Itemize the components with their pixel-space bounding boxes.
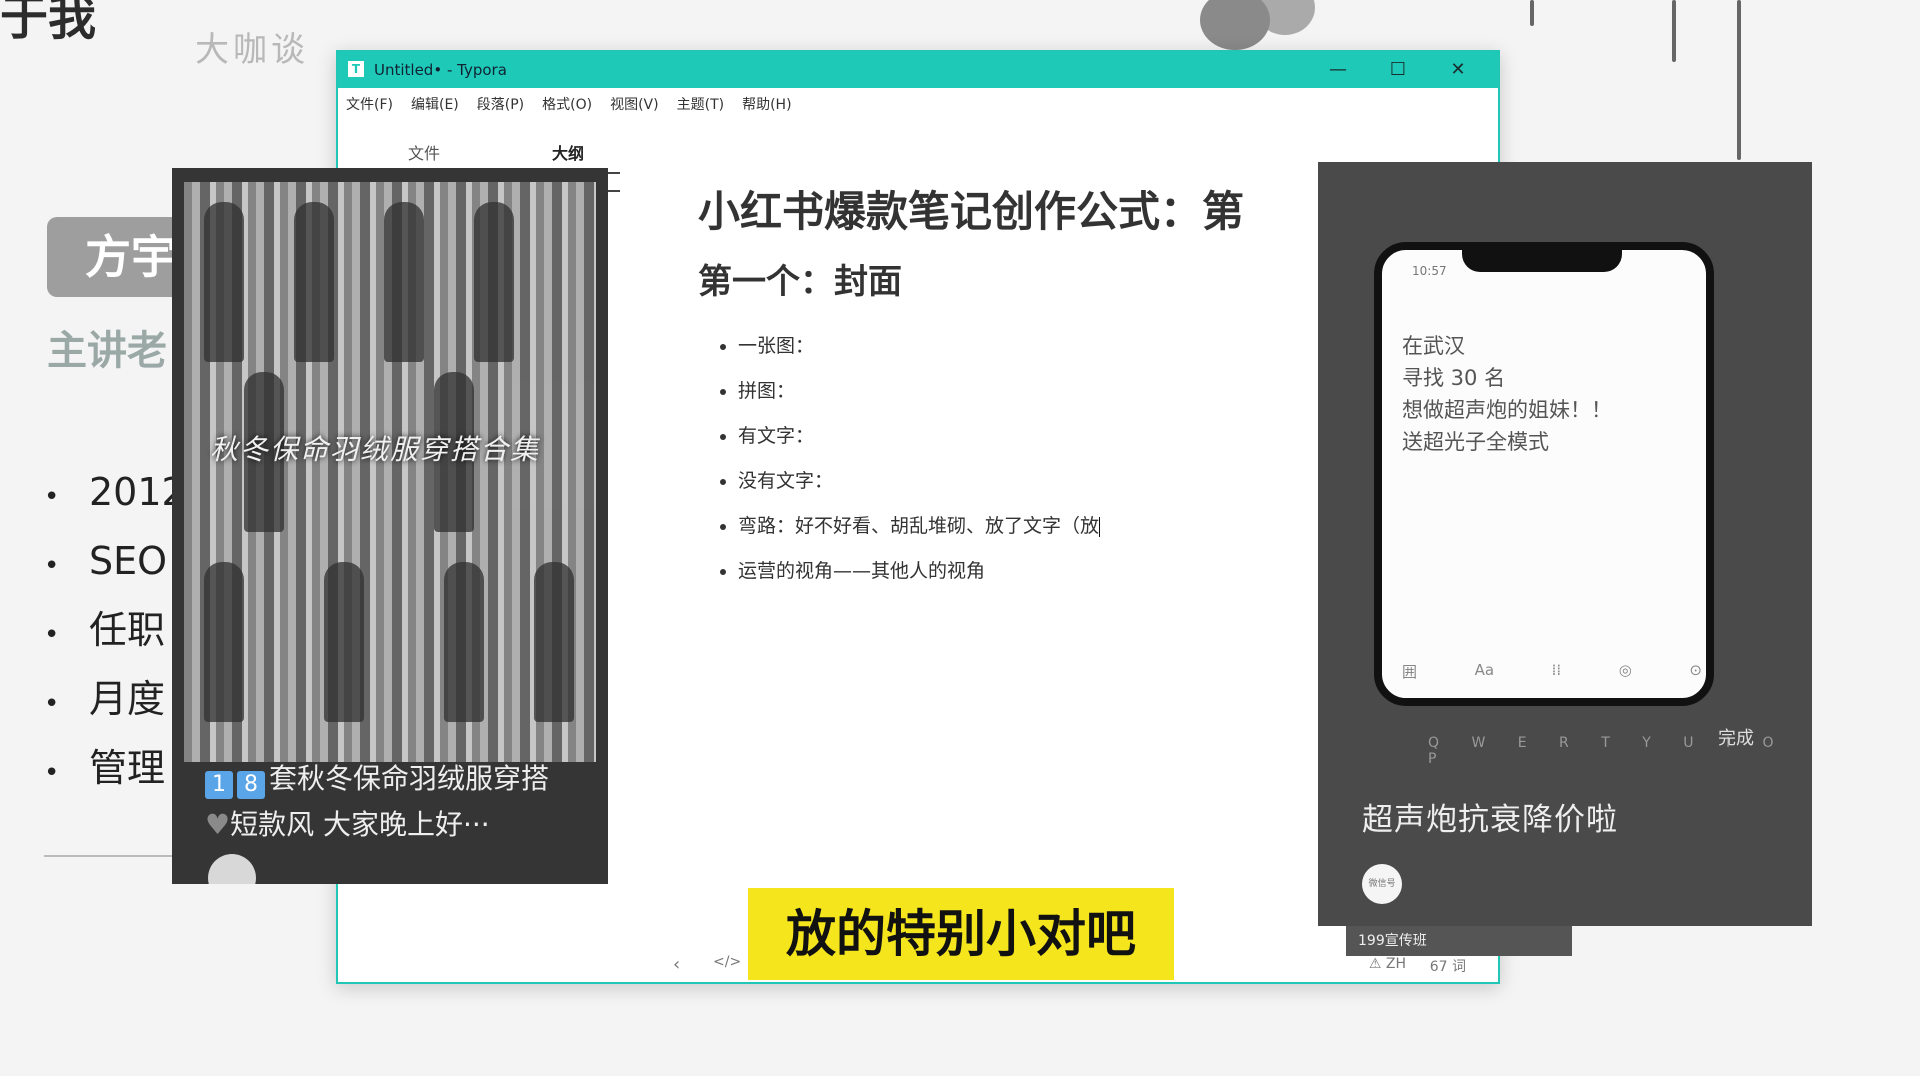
maximize-icon[interactable]: ☐	[1368, 52, 1428, 88]
vine-decoration	[1530, 0, 1534, 26]
tab-outline[interactable]: 大纲	[552, 140, 584, 164]
person-silhouette	[204, 562, 244, 722]
phone-note-line: 寻找 30 名	[1402, 366, 1506, 390]
right-post-card: 10:57 在武汉 寻找 30 名 想做超声炮的姐妹！！ 送超光子全模式 囲 A…	[1318, 162, 1812, 926]
menu-help[interactable]: 帮助(H)	[742, 94, 791, 114]
slide-bullet: SEO	[44, 527, 186, 596]
person-silhouette	[474, 202, 514, 362]
font-icon: Aa	[1474, 661, 1495, 679]
post-footer-text: 199宣传班	[1346, 926, 1572, 956]
person-silhouette	[324, 562, 364, 722]
source-code-icon[interactable]: </>	[713, 954, 741, 970]
person-silhouette	[534, 562, 574, 722]
word-count[interactable]: 67 词	[1430, 956, 1466, 976]
menu-edit[interactable]: 编辑(E)	[411, 94, 459, 114]
caption-line-1: 套秋冬保命羽绒服穿搭	[269, 762, 550, 795]
list-icon: ⁞⁞	[1551, 661, 1562, 679]
avatar	[208, 854, 256, 884]
phone-time: 10:57	[1412, 264, 1447, 278]
doc-list-item-text[interactable]: 弯路：好不好看、胡乱堆砌、放了文字（放	[738, 515, 1099, 537]
phone-mockup: 10:57 在武汉 寻找 30 名 想做超声炮的姐妹！！ 送超光子全模式 囲 A…	[1374, 242, 1714, 706]
slide-bullet-list: 2012 SEO 任职 月度 管理	[44, 458, 186, 803]
post-caption: 1 8 套秋冬保命羽绒服穿搭 ♥短款风 大家晚上好···	[205, 756, 585, 848]
photo-overlay-text: 秋冬保命羽绒服穿搭合集	[210, 433, 541, 466]
heart-icon: ♥	[205, 808, 231, 841]
slide-bullet: 管理	[44, 734, 186, 803]
phone-note-text: 在武汉 寻找 30 名 想做超声炮的姐妹！！ 送超光子全模式	[1402, 330, 1612, 458]
menu-paragraph[interactable]: 段落(P)	[477, 94, 524, 114]
person-silhouette	[384, 202, 424, 362]
sidebar-tabs: 文件 大纲	[338, 140, 638, 170]
slide-subtitle: 主讲老	[47, 328, 167, 374]
title-bar[interactable]: T Untitled• - Typora — ☐ ✕	[338, 52, 1498, 88]
phone-note-line: 在武汉	[1402, 334, 1465, 358]
toggle-sidebar-icon[interactable]: ‹	[673, 954, 680, 975]
caption-line-2: 短款风 大家晚上好···	[230, 808, 490, 841]
tab-files[interactable]: 文件	[408, 140, 440, 164]
person-silhouette	[204, 202, 244, 362]
vine-decoration	[1672, 0, 1676, 62]
menu-view[interactable]: 视图(V)	[610, 94, 659, 114]
phone-note-line: 送超光子全模式	[1402, 430, 1549, 454]
video-subtitle: 放的特别小对吧	[748, 888, 1174, 980]
language-indicator[interactable]: ⚠ ZH	[1369, 956, 1406, 972]
slide-bullet: 2012	[44, 458, 186, 527]
menu-file[interactable]: 文件(F)	[346, 94, 393, 114]
menu-format[interactable]: 格式(O)	[542, 94, 592, 114]
number-badge: 1	[205, 771, 233, 799]
vine-decoration	[1737, 0, 1741, 160]
person-silhouette	[444, 562, 484, 722]
slide-bullet: 任职	[44, 596, 186, 665]
number-badge: 8	[237, 771, 265, 799]
typora-app-icon: T	[348, 61, 364, 77]
slide-title: 于我	[0, 0, 97, 46]
language-label: ZH	[1385, 956, 1406, 972]
post-title: 超声炮抗衰降价啦	[1362, 802, 1618, 838]
camera-icon: ◎	[1618, 661, 1632, 679]
minimize-icon[interactable]: —	[1308, 52, 1368, 88]
menu-theme[interactable]: 主题(T)	[677, 94, 724, 114]
close-icon[interactable]: ✕	[1428, 52, 1488, 88]
menu-bar: 文件(F) 编辑(E) 段落(P) 格式(O) 视图(V) 主题(T) 帮助(H…	[338, 88, 1498, 120]
person-silhouette	[294, 202, 334, 362]
done-label: 完成	[1718, 728, 1754, 749]
pen-icon: ⊙	[1689, 661, 1702, 679]
phone-notch	[1462, 242, 1622, 272]
text-caret	[1099, 516, 1101, 537]
keyboard-row: Q W E R T Y U I O P	[1428, 735, 1788, 767]
table-icon: 囲	[1402, 663, 1418, 681]
outfit-photo-collage	[184, 182, 596, 762]
window-title: Untitled• - Typora	[374, 61, 507, 79]
phone-toolbar: 囲 Aa ⁞⁞ ◎ ⊙	[1402, 661, 1702, 682]
left-post-card: 秋冬保命羽绒服穿搭合集 1 8 套秋冬保命羽绒服穿搭 ♥短款风 大家晚上好···	[172, 168, 608, 884]
avatar: 微信号	[1362, 864, 1402, 904]
slide-logo: 大咖谈	[195, 30, 309, 70]
phone-note-line: 想做超声炮的姐妹！！	[1402, 398, 1612, 422]
slide-bullet: 月度	[44, 665, 186, 734]
